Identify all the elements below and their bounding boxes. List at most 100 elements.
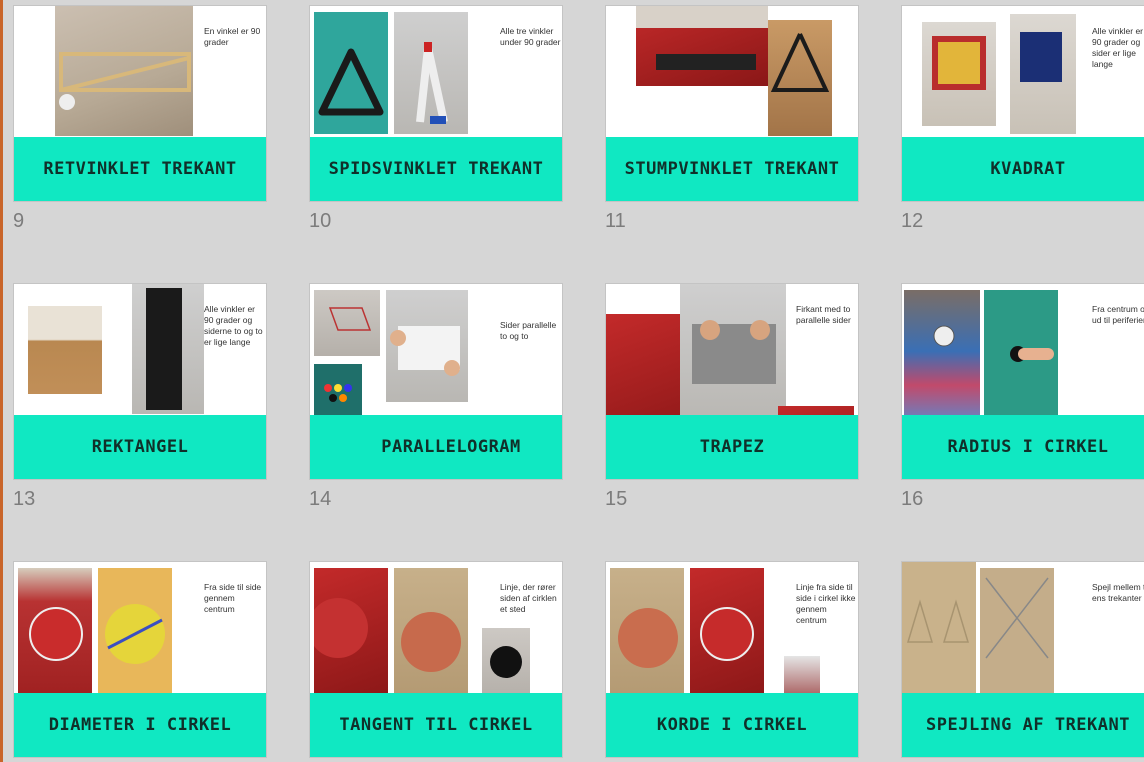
- slide-photo: [314, 290, 380, 356]
- slide-sorter-grid: En vinkel er 90 grader RETVINKLET TREKAN…: [0, 0, 1144, 762]
- slide-number: 10: [309, 210, 332, 232]
- slide-title-banner: SPEJLING AF TREKANT: [902, 693, 1144, 757]
- slide-photo: [394, 12, 468, 134]
- sun-circle-icon: [105, 604, 165, 664]
- slide-photo: [1010, 14, 1076, 134]
- slide-number: 15: [605, 488, 628, 510]
- slide-title-banner: TANGENT TIL CIRKEL: [310, 693, 562, 757]
- slide-photo: [768, 20, 832, 136]
- slide-title: STUMPVINKLET TREKANT: [624, 159, 840, 179]
- slide-title-banner: RETVINKLET TREKANT: [14, 137, 266, 201]
- wood-frame-icon: [59, 52, 191, 110]
- slide-title-banner: DIAMETER I CIRKEL: [14, 693, 266, 757]
- square-painting-icon: [1020, 32, 1062, 82]
- slide-photo: [394, 568, 468, 702]
- slide-note: En vinkel er 90 grader: [204, 26, 261, 47]
- slide-number: 16: [901, 488, 924, 510]
- slide-note: Linje fra side til side i cirkel ikke ge…: [796, 582, 856, 625]
- slide-note: Fra centrum og ud til periferien: [1092, 304, 1144, 325]
- cross-lines-icon: [985, 577, 1049, 659]
- slide-title-banner: KORDE I CIRKEL: [606, 693, 858, 757]
- slide-thumbnail-18[interactable]: Linje, der rører siden af cirklen et ste…: [310, 562, 562, 757]
- slide-thumbnail-14[interactable]: Sider parallelle to og to PARALLELOGRAM: [310, 284, 562, 479]
- slide-note: Alle vinkler er 90 grader og sider er li…: [1092, 26, 1144, 69]
- slide-title: PARALLELOGRAM: [381, 437, 521, 457]
- slide-photo: [902, 562, 976, 698]
- slide-note: Alle tre vinkler under 90 grader: [500, 26, 561, 47]
- red-circle-icon: [700, 607, 754, 661]
- round-disc-icon: [618, 608, 678, 668]
- hands-mat-icon: [692, 320, 776, 384]
- slide-title: SPEJLING AF TREKANT: [926, 715, 1130, 735]
- slide-title: TANGENT TIL CIRKEL: [339, 715, 533, 735]
- mirror-triangles-icon: [906, 599, 970, 643]
- slide-photo: [28, 306, 102, 394]
- slide-note: Spejl mellem to ens trekanter: [1092, 582, 1144, 603]
- parallelogram-sketch-icon: [328, 307, 372, 331]
- slide-photo: [610, 568, 684, 702]
- slide-note: Sider parallelle to og to: [500, 320, 557, 341]
- slide-photo: [680, 284, 786, 420]
- slide-title: TRAPEZ: [699, 437, 765, 457]
- slide-title: RADIUS I CIRKEL: [947, 437, 1109, 457]
- sofa-person-icon: [636, 6, 768, 70]
- slide-thumbnail-12[interactable]: Alle vinkler er 90 grader og sider er li…: [902, 6, 1144, 201]
- dark-disc-icon: [490, 646, 522, 678]
- slide-number: 11: [605, 210, 626, 232]
- red-circle-icon: [314, 598, 368, 658]
- hanger-icon: [770, 33, 830, 92]
- slide-thumbnail-20[interactable]: Spejl mellem to ens trekanter SPEJLING A…: [902, 562, 1144, 757]
- black-board-icon: [146, 288, 182, 410]
- slide-number: 9: [13, 210, 25, 232]
- slide-thumbnail-13[interactable]: Alle vinkler er 90 grader og siderne to …: [14, 284, 266, 479]
- slide-photo: [922, 22, 996, 126]
- paper-hands-icon: [390, 326, 460, 376]
- slide-photo: [98, 568, 172, 702]
- slide-note: Firkant med to parallelle sider: [796, 304, 851, 325]
- slide-photo: [984, 290, 1058, 426]
- slide-title-banner: SPIDSVINKLET TREKANT: [310, 137, 562, 201]
- slide-title: KVADRAT: [990, 159, 1066, 179]
- slide-photo: [314, 12, 388, 134]
- slide-title-banner: PARALLELOGRAM: [310, 415, 562, 479]
- slide-thumbnail-19[interactable]: Linje fra side til side i cirkel ikke ge…: [606, 562, 858, 757]
- slide-title-banner: KVADRAT: [902, 137, 1144, 201]
- round-disc-icon: [401, 612, 461, 672]
- slide-number: 13: [13, 488, 36, 510]
- slide-photo: [482, 628, 530, 696]
- slide-thumbnail-15[interactable]: Firkant med to parallelle sider TRAPEZ: [606, 284, 858, 479]
- square-painting-icon: [932, 36, 986, 90]
- slide-thumbnail-10[interactable]: Alle tre vinkler under 90 grader SPIDSVI…: [310, 6, 562, 201]
- slide-photo: [386, 290, 468, 402]
- slide-photo: [18, 568, 92, 702]
- finger-center-icon: [1010, 346, 1054, 362]
- slide-thumbnail-11[interactable]: STUMPVINKLET TREKANT: [606, 6, 858, 201]
- red-circle-icon: [29, 607, 83, 661]
- slide-note: Fra side til side gennem centrum: [204, 582, 262, 614]
- slide-photo: [636, 6, 768, 86]
- slide-title: KORDE I CIRKEL: [656, 715, 808, 735]
- slide-photo: [904, 290, 980, 426]
- slide-photo: [132, 284, 204, 414]
- slide-thumbnail-16[interactable]: Fra centrum og ud til periferien RADIUS …: [902, 284, 1144, 479]
- slide-note: Linje, der rører siden af cirklen et ste…: [500, 582, 557, 614]
- slide-title-banner: RADIUS I CIRKEL: [902, 415, 1144, 479]
- slide-title: RETVINKLET TREKANT: [43, 159, 237, 179]
- slide-title: SPIDSVINKLET TREKANT: [328, 159, 544, 179]
- slide-photo: [980, 568, 1054, 698]
- slide-title-banner: TRAPEZ: [606, 415, 858, 479]
- slide-title-banner: STUMPVINKLET TREKANT: [606, 137, 858, 201]
- slide-note: Alle vinkler er 90 grader og siderne to …: [204, 304, 263, 347]
- slide-photo: [690, 568, 764, 702]
- slide-title: REKTANGEL: [91, 437, 189, 457]
- slide-photo: [314, 568, 388, 702]
- slide-thumbnail-17[interactable]: Fra side til side gennem centrum DIAMETE…: [14, 562, 266, 757]
- slide-number: 14: [309, 488, 332, 510]
- slide-number: 12: [901, 210, 924, 232]
- slide-photo: [55, 6, 193, 136]
- triangle-rack-icon: [318, 48, 384, 116]
- slide-title: DIAMETER I CIRKEL: [48, 715, 232, 735]
- marker-triangle-icon: [416, 42, 448, 124]
- clock-icon: [933, 325, 955, 347]
- slide-thumbnail-9[interactable]: En vinkel er 90 grader RETVINKLET TREKAN…: [14, 6, 266, 201]
